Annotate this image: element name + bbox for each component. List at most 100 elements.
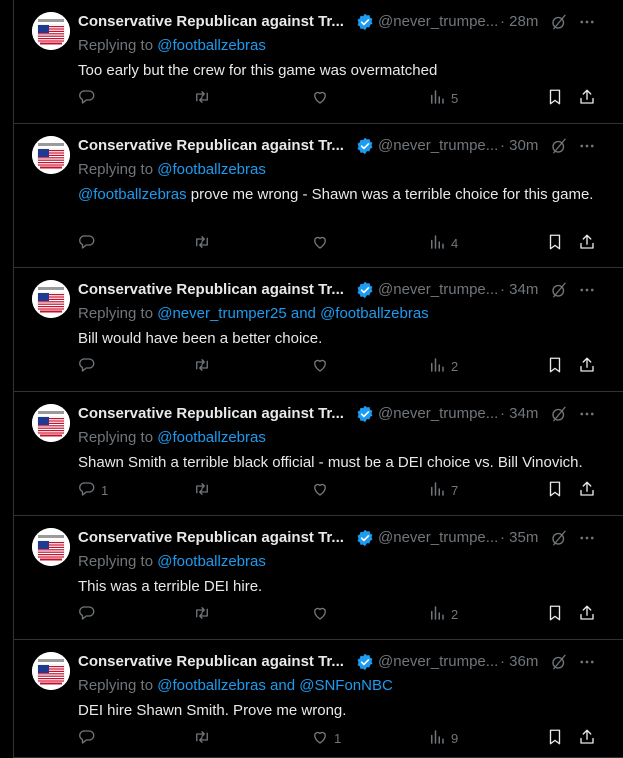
share-button[interactable] (578, 88, 596, 108)
tweet[interactable]: Conservative Republican against Tr... @ne… (14, 392, 623, 516)
reply-button[interactable] (78, 728, 96, 748)
timestamp[interactable]: · 28m (500, 12, 538, 32)
share-button[interactable] (578, 604, 596, 624)
timestamp[interactable]: · 35m (500, 528, 538, 548)
action-bar: 5 (78, 88, 607, 108)
reply-target-link[interactable]: @footballzebras (157, 429, 266, 446)
bookmark-button[interactable] (546, 88, 564, 108)
bookmark-button[interactable] (546, 728, 564, 748)
retweet-icon (193, 728, 211, 749)
tweet[interactable]: Conservative Republican against Tr... @ne… (14, 0, 623, 124)
like-button[interactable] (311, 233, 329, 253)
share-button[interactable] (578, 356, 596, 376)
verified-badge-icon (356, 529, 374, 547)
views-button[interactable]: 9 (428, 728, 458, 748)
share-button[interactable] (578, 728, 596, 748)
reply-target-link[interactable]: @never_trumper25 (157, 305, 286, 322)
retweet-button[interactable] (193, 88, 211, 108)
reply-target-link[interactable]: @footballzebras (157, 677, 266, 694)
reply-target-link[interactable]: @footballzebras (320, 305, 429, 322)
reply-target-link[interactable]: @footballzebras (157, 553, 266, 570)
user-handle[interactable]: @never_trumpe... (378, 404, 498, 424)
display-name[interactable]: Conservative Republican against Tr... (78, 12, 344, 32)
tweet[interactable]: Conservative Republican against Tr... @ne… (14, 124, 623, 268)
reply-target-link[interactable]: @SNFonNBC (299, 677, 393, 694)
grok-icon[interactable] (550, 405, 568, 423)
tweet[interactable]: Conservative Republican against Tr... @ne… (14, 268, 623, 392)
views-button[interactable]: 5 (428, 88, 458, 108)
reply-target-link[interactable]: @footballzebras (157, 161, 266, 178)
display-name[interactable]: Conservative Republican against Tr... (78, 528, 344, 548)
more-icon[interactable] (578, 529, 596, 547)
display-name[interactable]: Conservative Republican against Tr... (78, 652, 344, 672)
views-button[interactable]: 2 (428, 356, 458, 376)
reply-button[interactable] (78, 233, 96, 253)
more-icon[interactable] (578, 405, 596, 423)
display-name[interactable]: Conservative Republican against Tr... (78, 280, 344, 300)
bookmark-button[interactable] (546, 480, 564, 500)
like-button[interactable]: 1 (311, 728, 341, 748)
views-button[interactable]: 7 (428, 480, 458, 500)
views-icon (428, 604, 446, 625)
bookmark-button[interactable] (546, 604, 564, 624)
avatar[interactable] (32, 528, 70, 566)
retweet-button[interactable] (193, 356, 211, 376)
like-button[interactable] (311, 88, 329, 108)
timestamp[interactable]: · 30m (500, 136, 538, 156)
tweet-header: Conservative Republican against Tr... @ne… (78, 528, 607, 548)
views-button[interactable]: 2 (428, 604, 458, 624)
mention-link[interactable]: @footballzebras (78, 186, 187, 203)
tweet-header: Conservative Republican against Tr... @ne… (78, 652, 607, 672)
reply-target-link[interactable]: @footballzebras (157, 37, 266, 54)
avatar[interactable] (32, 12, 70, 50)
more-icon[interactable] (578, 281, 596, 299)
share-button[interactable] (578, 233, 596, 253)
reply-icon (78, 233, 96, 254)
user-handle[interactable]: @never_trumpe... (378, 528, 498, 548)
share-button[interactable] (578, 480, 596, 500)
like-button[interactable] (311, 356, 329, 376)
more-icon[interactable] (578, 13, 596, 31)
bookmark-icon (546, 88, 564, 109)
avatar[interactable] (32, 404, 70, 442)
retweet-button[interactable] (193, 480, 211, 500)
user-handle[interactable]: @never_trumpe... (378, 136, 498, 156)
grok-icon[interactable] (550, 529, 568, 547)
reply-button[interactable] (78, 88, 96, 108)
like-button[interactable] (311, 480, 329, 500)
timestamp[interactable]: · 34m (500, 404, 538, 424)
bookmark-button[interactable] (546, 233, 564, 253)
display-name[interactable]: Conservative Republican against Tr... (78, 136, 344, 156)
more-icon[interactable] (578, 653, 596, 671)
timestamp[interactable]: · 36m (500, 652, 538, 672)
grok-icon[interactable] (550, 13, 568, 31)
share-icon (578, 88, 596, 109)
reply-button[interactable] (78, 356, 96, 376)
reply-and-separator[interactable]: and (266, 677, 299, 694)
user-handle[interactable]: @never_trumpe... (378, 652, 498, 672)
grok-icon[interactable] (550, 281, 568, 299)
user-handle[interactable]: @never_trumpe... (378, 12, 498, 32)
reply-button[interactable]: 1 (78, 480, 108, 500)
more-icon[interactable] (578, 137, 596, 155)
bookmark-button[interactable] (546, 356, 564, 376)
grok-icon[interactable] (550, 137, 568, 155)
timestamp[interactable]: · 34m (500, 280, 538, 300)
tweet[interactable]: Conservative Republican against Tr... @ne… (14, 516, 623, 640)
user-handle[interactable]: @never_trumpe... (378, 280, 498, 300)
avatar[interactable] (32, 136, 70, 174)
reply-button[interactable] (78, 604, 96, 624)
retweet-button[interactable] (193, 728, 211, 748)
grok-icon[interactable] (550, 653, 568, 671)
avatar[interactable] (32, 280, 70, 318)
like-button[interactable] (311, 604, 329, 624)
heart-icon (311, 480, 329, 501)
tweet[interactable]: Conservative Republican against Tr... @ne… (14, 640, 623, 758)
views-button[interactable]: 4 (428, 233, 458, 253)
retweet-button[interactable] (193, 233, 211, 253)
avatar[interactable] (32, 652, 70, 690)
display-name[interactable]: Conservative Republican against Tr... (78, 404, 344, 424)
reply-feed: Conservative Republican against Tr... @ne… (0, 0, 623, 758)
retweet-button[interactable] (193, 604, 211, 624)
reply-and-separator[interactable]: and (287, 305, 320, 322)
